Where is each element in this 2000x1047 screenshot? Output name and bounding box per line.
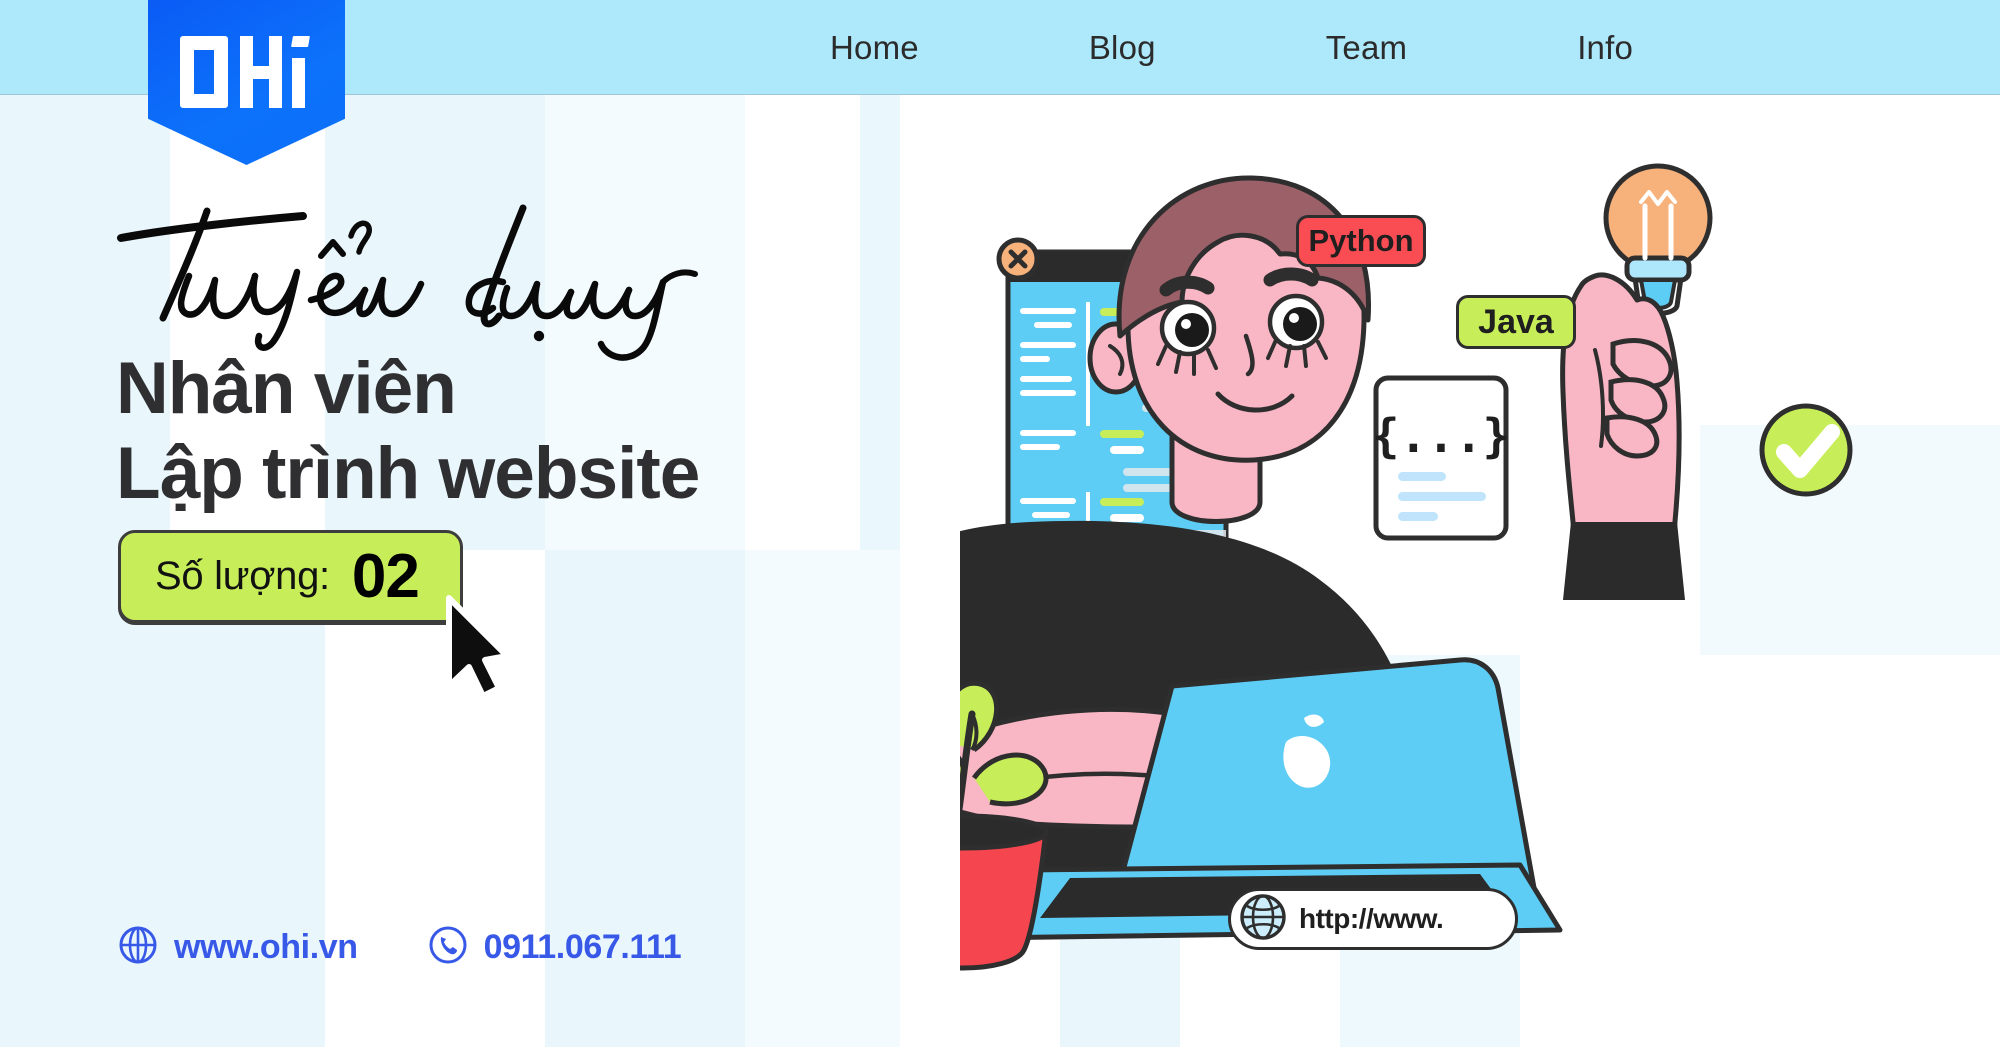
contact-phone[interactable]: 0911.067.111: [428, 925, 682, 970]
nav-item-home[interactable]: Home: [830, 29, 919, 67]
hero-title: Nhân viên Lập trình website: [116, 346, 700, 517]
poster-canvas: Home Blog Team Info Nhân viên Lập trình …: [0, 0, 2000, 1047]
quantity-value: 02: [351, 541, 420, 611]
code-card: {...}: [1372, 375, 1510, 541]
globe-icon: [118, 925, 158, 970]
logo-letter-h: [239, 36, 282, 108]
contact-website[interactable]: www.ohi.vn: [118, 925, 358, 970]
chip-python: Python: [1296, 215, 1426, 267]
hero-title-line-2: Lập trình website: [116, 433, 700, 515]
logo-letter-i: [291, 58, 305, 108]
url-text: http://www.: [1299, 903, 1444, 934]
mouse-cursor-icon: [443, 594, 513, 707]
ohi-logo-mark: [179, 36, 314, 108]
nav-item-info[interactable]: Info: [1577, 29, 1633, 67]
svg-text:{...}: {...}: [1372, 409, 1510, 463]
website-text: www.ohi.vn: [174, 928, 358, 966]
quantity-label: Số lượng:: [155, 554, 330, 598]
hero-title-line-1: Nhân viên: [116, 348, 457, 429]
hero-script-heading: [115, 196, 735, 361]
quantity-badge[interactable]: Số lượng: 02: [118, 530, 463, 623]
close-icon: [996, 237, 1040, 281]
url-pill: http://www.: [1228, 888, 1518, 950]
nav-item-team[interactable]: Team: [1326, 29, 1408, 67]
nav-menu: Home Blog Team Info: [830, 0, 1633, 95]
phone-icon: [428, 925, 468, 970]
phone-text: 0911.067.111: [483, 928, 682, 966]
logo-letter-i-dot: [290, 36, 310, 47]
check-badge-icon: [1759, 403, 1853, 497]
chip-java: Java: [1456, 295, 1576, 349]
lightbulb-hand: [1560, 163, 1713, 600]
hero-text-column: Nhân viên Lập trình website Số lượng: 02: [0, 0, 920, 1047]
contact-row: www.ohi.vn 0911.067.111: [118, 925, 682, 970]
logo-letter-o: [179, 36, 228, 108]
nav-item-blog[interactable]: Blog: [1089, 29, 1156, 67]
globe-icon: [1239, 893, 1287, 946]
